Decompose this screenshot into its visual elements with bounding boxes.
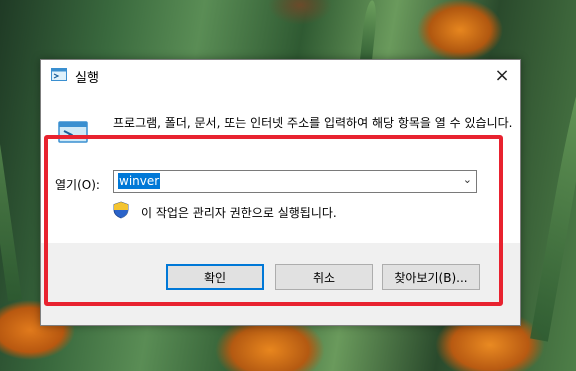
run-icon [51, 68, 67, 81]
background-leaf [360, 0, 379, 61]
title-bar: 실행 × [41, 60, 520, 91]
window-title: 실행 [75, 71, 99, 86]
background-leaf [530, 62, 576, 342]
description-text: 프로그램, 폴더, 문서, 또는 인터넷 주소를 입력하여 해당 항목을 열 수… [113, 116, 513, 130]
close-button[interactable]: × [484, 60, 520, 91]
close-icon: × [494, 65, 510, 86]
highlight-annotation [44, 135, 503, 306]
background-leaf [0, 41, 22, 301]
